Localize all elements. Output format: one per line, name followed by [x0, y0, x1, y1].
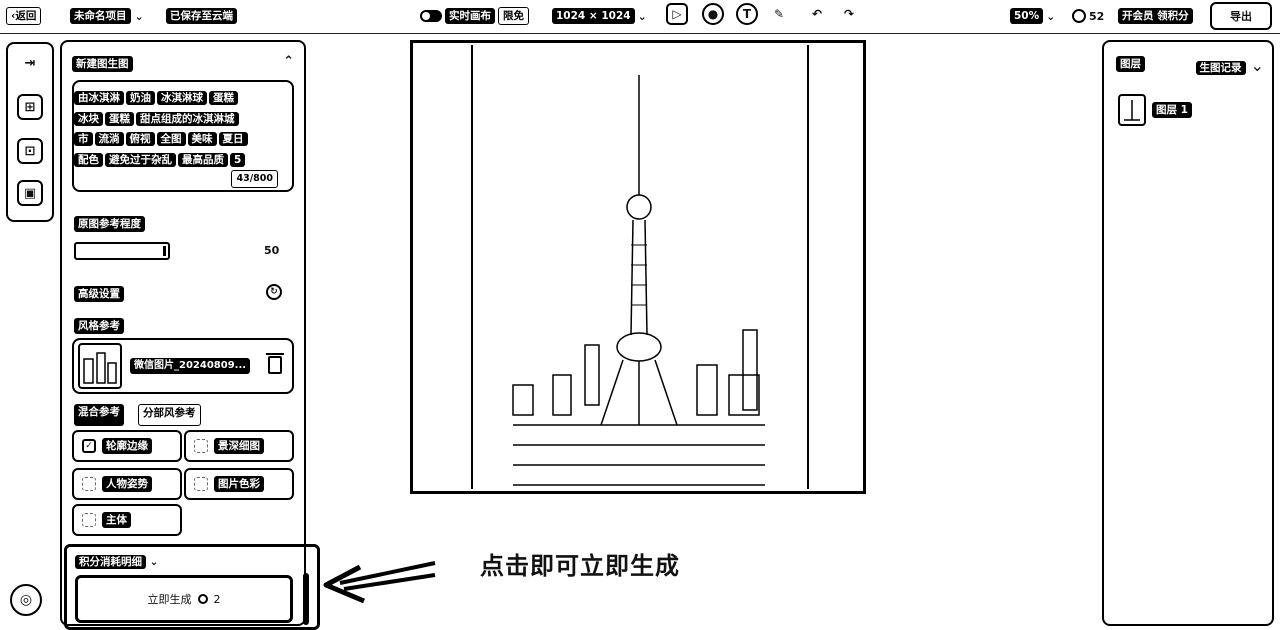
checkbox-icon [194, 439, 208, 453]
select-tool[interactable]: ▷ [666, 3, 688, 25]
chevron-down-icon: ⌄ [149, 556, 159, 568]
checkbox-icon [82, 477, 96, 491]
ref-strength-label: 原图参考程度 [74, 216, 145, 232]
canvas-image [471, 45, 809, 489]
checkbox-icon [82, 513, 96, 527]
coin-icon [197, 594, 208, 604]
checkbox-checked-icon: ✓ [82, 439, 96, 453]
chevron-down-icon: ⌄ [637, 9, 647, 23]
trash-icon[interactable] [266, 353, 284, 374]
reference-tabs: 混合参考 分部风参考 [74, 404, 201, 426]
image-to-image-icon[interactable]: ⊞ [17, 94, 43, 120]
points-balance[interactable]: 52 [1072, 6, 1104, 26]
generate-area: 积分消耗明细 ⌄ 立即生成 2 [64, 544, 320, 630]
advanced-settings-label: 高级设置 [74, 286, 124, 302]
prompt-char-count: 43/800 [231, 170, 278, 188]
history-toggle[interactable]: 生图记录 ⌄ [1195, 56, 1264, 75]
text-tool[interactable]: T [736, 3, 758, 25]
layers-title: 图层 [1116, 56, 1145, 72]
option-contour-edge[interactable]: ✓ 轮廓边缘 [72, 430, 182, 462]
option-depth[interactable]: 景深细图 [184, 430, 294, 462]
undo-button[interactable]: ↶ [806, 3, 828, 25]
tab-mixed-reference[interactable]: 混合参考 [74, 404, 124, 426]
annotation-callout: 点击即可立即生成 [480, 552, 680, 580]
project-name[interactable]: 未命名项目 ⌄ [70, 6, 144, 26]
canvas[interactable] [410, 40, 866, 494]
panel-title: 新建图生图 [72, 56, 133, 72]
membership-button[interactable]: 开会员 领积分 [1118, 6, 1193, 26]
edit-image-icon[interactable]: ⊡ [17, 138, 43, 164]
save-status: 已保存至云端 [166, 6, 237, 26]
layers-panel: 图层 生图记录 ⌄ 图层 1 [1102, 40, 1274, 626]
callout-arrow-icon [323, 561, 436, 604]
collapse-icon[interactable]: ⌃ [283, 54, 294, 69]
redo-icon: ↷ [838, 3, 860, 25]
chevron-down-icon: ⌄ [134, 9, 144, 23]
coin-icon [1072, 9, 1086, 23]
expand-panel-icon[interactable]: ⇥ [17, 50, 43, 76]
style-ref-label: 风格参考 [74, 318, 124, 334]
tower-sketch-image [512, 75, 765, 486]
generate-button[interactable]: 立即生成 2 [75, 575, 293, 623]
realtime-canvas-toggle[interactable]: 实时画布 限免 [420, 6, 529, 26]
export-button[interactable]: 导出 [1210, 2, 1272, 30]
slider-handle[interactable] [78, 246, 166, 256]
brush-icon: ✎ [768, 3, 790, 25]
cursor-icon: ▷ [666, 3, 688, 25]
shape-tool[interactable]: ● [702, 3, 724, 25]
redo-button[interactable]: ↷ [838, 3, 860, 25]
back-button[interactable]: ‹返回 [6, 6, 42, 26]
undo-icon: ↶ [806, 3, 828, 25]
ref-strength-value: 50 [264, 244, 280, 257]
scrollbar[interactable] [303, 573, 309, 625]
option-subject[interactable]: 主体 [72, 504, 182, 536]
settings-icon[interactable]: ◎ [10, 584, 42, 616]
gallery-icon[interactable]: ▣ [17, 180, 43, 206]
canvas-size-select[interactable]: 1024 × 1024 ⌄ [552, 6, 647, 26]
style-reference-card[interactable]: 微信图片_20240809... [72, 338, 294, 394]
generation-panel: 新建图生图 ⌃ 由冰淇淋 奶油 冰淇淋球 蛋糕 冰块 蛋糕 甜点组成的冰淇淋城 市流淌 俯视… [60, 40, 320, 630]
option-pose[interactable]: 人物姿势 [72, 468, 182, 500]
style-file-name: 微信图片_20240809... [130, 358, 251, 374]
chevron-down-icon: ⌄ [1250, 56, 1264, 75]
style-thumbnail [78, 343, 122, 389]
prompt-text: 由冰淇淋 奶油 冰淇淋球 蛋糕 冰块 蛋糕 甜点组成的冰淇淋城 市流淌 俯视 全图 美味 夏日 配… [74, 88, 274, 170]
brush-tool[interactable]: ✎ [768, 3, 790, 25]
text-icon: T [736, 3, 758, 25]
top-toolbar: ‹返回 未命名项目 ⌄ 已保存至云端 实时画布 限免 1024 × 1024 ⌄… [0, 0, 1280, 34]
option-color[interactable]: 图片色彩 [184, 468, 294, 500]
zoom-select[interactable]: 50% ⌄ [1010, 6, 1055, 26]
ref-strength-slider[interactable] [74, 242, 170, 260]
chevron-down-icon: ⌄ [1046, 9, 1056, 23]
points-detail-toggle[interactable]: 积分消耗明细 ⌄ [75, 555, 158, 569]
circle-icon: ● [702, 3, 724, 25]
layer-item[interactable]: 图层 1 [1118, 94, 1192, 126]
toggle-switch-icon [420, 10, 442, 22]
tab-partial-reference[interactable]: 分部风参考 [138, 404, 201, 426]
checkbox-icon [194, 477, 208, 491]
left-tool-rail: ⇥ ⊞ ⊡ ▣ [6, 42, 54, 222]
refresh-icon[interactable]: ↻ [266, 284, 282, 300]
layer-thumbnail [1118, 94, 1146, 126]
